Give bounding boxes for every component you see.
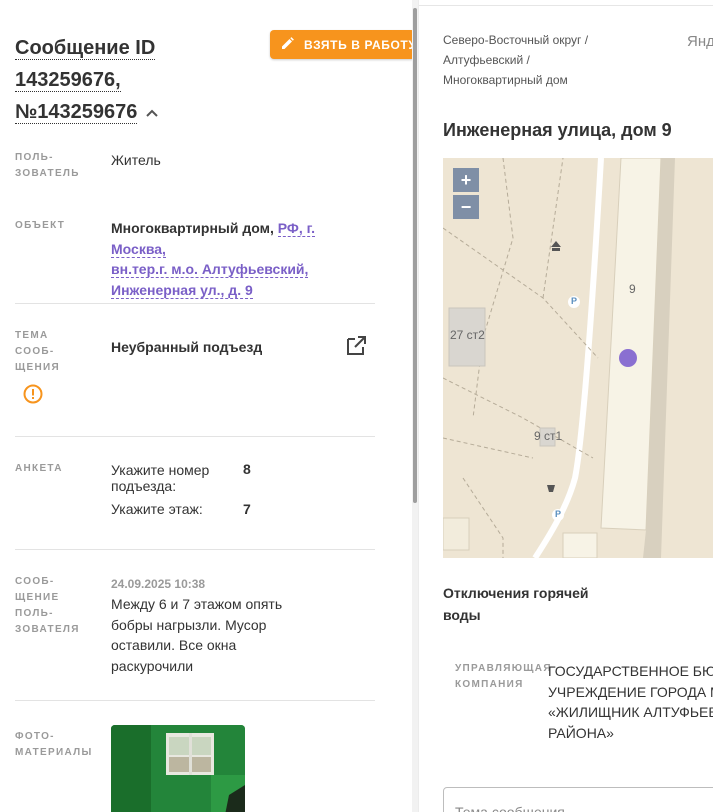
parking-icon: P	[555, 509, 562, 519]
user-label-1: ПОЛЬ-	[15, 152, 54, 163]
parking-icon: P	[571, 296, 578, 306]
zoom-in-button[interactable]: +	[453, 168, 479, 192]
message-text: Между 6 и 7 этажом опять бобры нагрызли.…	[111, 596, 283, 674]
chevron-up-icon[interactable]	[145, 97, 159, 129]
topic-label-1: ТЕМА	[15, 330, 49, 341]
photo-label-2: МАТЕРИАЛЫ	[15, 747, 93, 758]
survey-label: АНКЕТА	[15, 463, 63, 474]
scrollbar-thumb[interactable]	[413, 8, 417, 503]
survey-answer-floor: 7	[243, 501, 251, 517]
divider	[15, 549, 375, 550]
mc-line-4: РАЙОНА»	[548, 724, 614, 741]
msg-label-3: ПОЛЬ-	[15, 608, 54, 619]
location-panel: Северо-Восточный округ / Алтуфьевский / …	[418, 0, 713, 812]
mc-line-1: ГОСУДАРСТВЕННОЕ БЮДЖ	[548, 663, 713, 679]
user-label: ПОЛЬ- ЗОВАТЕЛЬ	[15, 150, 80, 182]
photos-label: ФОТО- МАТЕРИАЛЫ	[15, 729, 93, 761]
divider	[15, 436, 375, 437]
message-topic-input[interactable]: Тема сообщения	[443, 787, 713, 812]
divider	[15, 303, 375, 304]
msg-label-2: ЩЕНИЕ	[15, 592, 60, 603]
mc-line-3: «ЖИЛИЩНИК АЛТУФЬЕВС	[548, 704, 713, 720]
mc-label-2: КОМПАНИЯ	[455, 679, 524, 690]
message-date: 24.09.2025 10:38	[111, 577, 206, 591]
title-line-3: №143259676	[15, 101, 138, 124]
pencil-icon	[281, 36, 294, 53]
msg-label-4: ЗОВАТЕЛЯ	[15, 624, 80, 635]
message-details-panel: Сообщение ID 143259676, №143259676 ВЗЯТЬ…	[0, 0, 412, 812]
user-message-label: СООБ- ЩЕНИЕ ПОЛЬ- ЗОВАТЕЛЯ	[15, 574, 80, 638]
breadcrumb-area[interactable]: Алтуфьевский /	[443, 53, 530, 67]
open-external-icon[interactable]	[345, 335, 367, 357]
topic-value: Неубранный подъезд	[111, 339, 263, 355]
topic-label: ТЕМА СООБ- ЩЕНИЯ	[15, 328, 60, 376]
take-to-work-label: ВЗЯТЬ В РАБОТУ	[304, 37, 412, 52]
photo-thumbnail[interactable]	[111, 725, 245, 812]
object-type: Многоквартирный дом,	[111, 220, 274, 236]
page-title: Сообщение ID 143259676, №143259676	[15, 32, 265, 129]
object-district-link[interactable]: вн.тер.г. м.о. Алтуфьевский,	[111, 261, 309, 278]
survey-question-floor: Укажите этаж:	[111, 501, 203, 517]
map-label-building-9-st1: 9 ст1	[534, 429, 563, 443]
yandex-link[interactable]: Янд	[687, 33, 713, 50]
address-title: Инженерная улица, дом 9	[443, 120, 672, 140]
map-label-building-27: 27 ст2	[450, 328, 485, 342]
object-street-link[interactable]: Инженерная ул., д. 9	[111, 281, 253, 299]
survey-question-entrance: Укажите номер подъезда:	[111, 462, 210, 494]
location-marker-icon[interactable]	[619, 349, 637, 367]
take-to-work-button[interactable]: ВЗЯТЬ В РАБОТУ	[270, 30, 412, 59]
outage-notice: Отключения горячей воды	[443, 585, 589, 623]
breadcrumb-district[interactable]: Северо-Восточный округ /	[443, 33, 588, 47]
warning-icon	[23, 384, 43, 404]
map-label-building-9: 9	[629, 282, 636, 296]
user-value: Житель	[111, 152, 161, 168]
user-label-2: ЗОВАТЕЛЬ	[15, 168, 80, 179]
mc-line-2: УЧРЕЖДЕНИЕ ГОРОДА МО	[548, 683, 713, 700]
survey-answer-entrance: 8	[243, 461, 251, 477]
map[interactable]: + − 9 27 ст2 9 ст1 P P	[443, 158, 713, 558]
breadcrumb: Северо-Восточный округ / Алтуфьевский / …	[443, 30, 588, 90]
divider	[15, 700, 375, 701]
topic-label-2: СООБ-	[15, 346, 55, 357]
mc-label-1: УПРАВЛЯЮЩАЯ	[455, 663, 552, 674]
breadcrumb-type[interactable]: Многоквартирный дом	[443, 73, 568, 87]
trash-bin-icon	[545, 482, 557, 494]
title-line-1: Сообщение ID	[15, 37, 156, 60]
object-label: ОБЪЕКТ	[15, 220, 66, 231]
landmark-icon	[549, 240, 563, 254]
topic-label-3: ЩЕНИЯ	[15, 362, 60, 373]
msg-label-1: СООБ-	[15, 576, 55, 587]
object-value: Многоквартирный дом, РФ, г. Москва, вн.т…	[111, 218, 371, 300]
photo-label-1: ФОТО-	[15, 731, 55, 742]
management-company-label: УПРАВЛЯЮЩАЯ КОМПАНИЯ	[455, 661, 552, 693]
zoom-out-button[interactable]: −	[453, 195, 479, 219]
title-line-2: 143259676,	[15, 69, 121, 92]
management-company-value: ГОСУДАРСТВЕННОЕ БЮДЖ УЧРЕЖДЕНИЕ ГОРОДА М…	[548, 661, 713, 743]
